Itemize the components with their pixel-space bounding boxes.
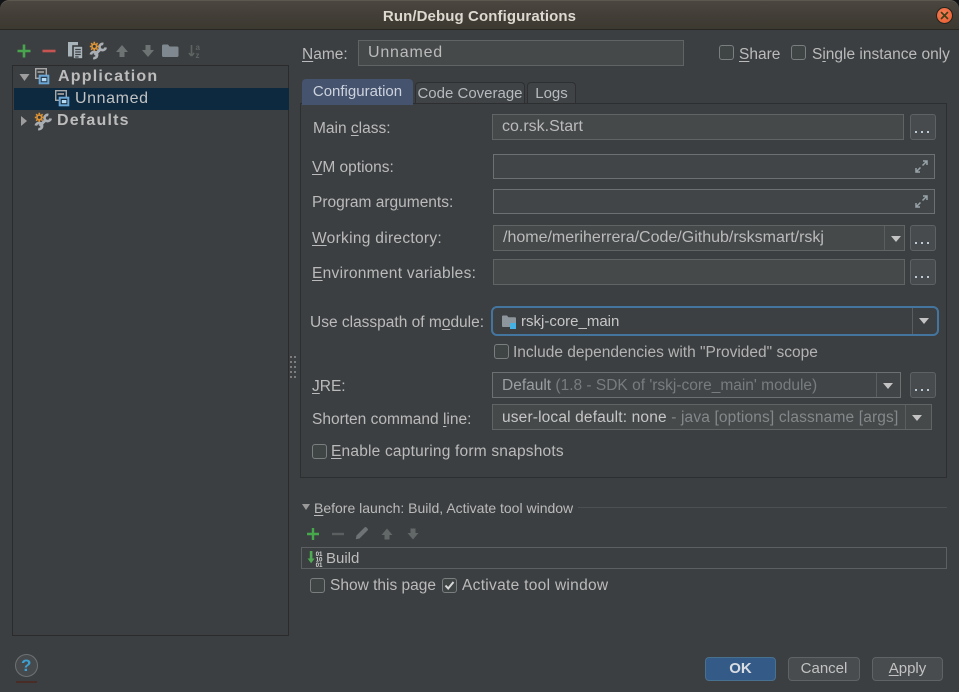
svg-text:01: 01: [316, 562, 323, 567]
svg-text:z: z: [196, 51, 200, 59]
